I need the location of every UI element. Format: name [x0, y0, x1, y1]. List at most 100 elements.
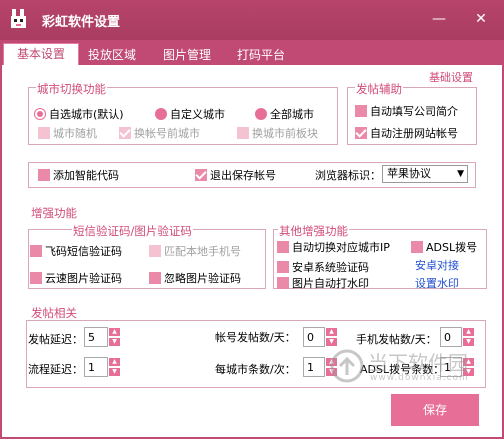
auto-switch-ip-checkbox[interactable]: 自动切换对应城市IP [277, 239, 390, 255]
yunsu-image-checkbox[interactable]: 云速图片验证码 [30, 270, 122, 286]
account-posts-value[interactable]: 0 [303, 327, 325, 347]
radio-icon [155, 108, 167, 120]
arrow-down-icon[interactable]: ▼ [108, 367, 121, 377]
rabbit-logo-icon [11, 9, 26, 28]
enhance-title: 增强功能 [30, 205, 78, 221]
android-captcha-label: 安卓系统验证码 [292, 261, 369, 274]
flow-delay-value[interactable]: 1 [84, 357, 108, 377]
city-before-account-checkbox[interactable]: 换帐号前城市 [119, 125, 200, 141]
exit-save-account-label: 退出保存帐号 [210, 169, 276, 182]
flow-delay-spinner[interactable]: 1 ▲ ▼ [84, 357, 121, 377]
city-random-checkbox[interactable]: 城市随机 [38, 125, 97, 141]
post-delay-spinner[interactable]: 5 ▲ ▼ [84, 327, 121, 347]
feima-sms-checkbox[interactable]: 飞码短信验证码 [30, 243, 122, 259]
arrow-down-icon[interactable]: ▼ [108, 337, 121, 347]
radio-own-city[interactable]: 自选城市(默认) [34, 106, 124, 122]
auto-fill-intro-checkbox[interactable]: 自动填写公司简介 [355, 103, 458, 119]
android-captcha-checkbox[interactable]: 安卓系统验证码 [277, 259, 369, 275]
base-settings-link[interactable]: 基础设置 [429, 69, 473, 85]
exit-save-account-checkbox[interactable]: 退出保存帐号 [195, 167, 276, 183]
radio-checked-icon [34, 108, 46, 120]
section-before-city-checkbox[interactable]: 换城市前板块 [237, 125, 318, 141]
post-delay-value[interactable]: 5 [84, 327, 108, 347]
checkbox-checked-icon [119, 127, 131, 139]
radio-custom-city[interactable]: 自定义城市 [155, 106, 225, 122]
match-local-phone-label: 匹配本地手机号 [164, 245, 241, 258]
radio-custom-city-label: 自定义城市 [170, 108, 225, 121]
adsl-dial-checkbox[interactable]: ADSL拨号 [411, 239, 477, 255]
arrow-up-icon[interactable]: ▲ [325, 327, 338, 337]
post-assist-title: 发帖辅助 [355, 81, 403, 97]
tab-delivery-area[interactable]: 投放区域 [80, 45, 144, 65]
radio-all-cities-label: 全部城市 [270, 108, 314, 121]
sms-captcha-title: 短信验证码/图片验证码 [72, 223, 193, 239]
site-watermark: 当下软件园 www.downxia.com [330, 345, 490, 390]
save-button[interactable]: 保存 [391, 394, 479, 426]
city-random-label: 城市随机 [53, 127, 97, 140]
checkbox-icon [237, 127, 249, 139]
arrow-up-icon[interactable]: ▲ [108, 357, 121, 367]
watermark-url: www.downxia.com [370, 373, 469, 383]
post-delay-label: 发帖延迟： [28, 333, 83, 346]
flow-delay-label: 流程延迟： [28, 363, 83, 376]
tab-captcha-platform[interactable]: 打码平台 [226, 45, 296, 65]
ignore-image-captcha-label: 忽略图片验证码 [164, 272, 241, 285]
chevron-down-icon: ▼ [457, 169, 464, 179]
other-enhance-title: 其他增强功能 [278, 223, 349, 239]
watermark-logo-icon [330, 349, 364, 383]
adsl-dial-label: ADSL拨号 [426, 241, 478, 254]
android-connect-link[interactable]: 安卓对接 [415, 257, 459, 273]
match-local-phone-checkbox[interactable]: 匹配本地手机号 [149, 243, 241, 259]
tab-basic-settings[interactable]: 基本设置 [3, 43, 79, 66]
auto-watermark-label: 图片自动打水印 [292, 277, 369, 290]
radio-all-cities[interactable]: 全部城市 [255, 106, 314, 122]
feima-sms-label: 飞码短信验证码 [45, 245, 122, 258]
auto-watermark-checkbox[interactable]: 图片自动打水印 [277, 275, 369, 291]
watermark-text: 当下软件园 [368, 351, 468, 375]
ignore-image-captcha-checkbox[interactable]: 忽略图片验证码 [149, 270, 241, 286]
city-before-account-label: 换帐号前城市 [134, 127, 200, 140]
checkbox-icon [38, 127, 50, 139]
checkbox-checked-icon [355, 127, 367, 139]
account-posts-spinner[interactable]: 0 ▲ ▼ [303, 327, 338, 347]
section-before-city-label: 换城市前板块 [252, 127, 318, 140]
tab-bar: 基本设置 投放区域 图片管理 打码平台 [0, 43, 504, 66]
checkbox-icon [38, 169, 50, 181]
yunsu-image-label: 云速图片验证码 [45, 272, 122, 285]
checkbox-icon [149, 245, 161, 257]
add-smart-code-label: 添加智能代码 [53, 169, 119, 182]
radio-icon [255, 108, 267, 120]
auto-register-checkbox[interactable]: 自动注册网站帐号 [355, 125, 458, 141]
arrow-up-icon[interactable]: ▲ [108, 327, 121, 337]
radio-own-city-label: 自选城市(默认) [49, 108, 124, 121]
browser-id-label: 浏览器标识： [315, 169, 381, 182]
minimize-button[interactable]: — [428, 9, 450, 29]
auto-register-label: 自动注册网站帐号 [370, 127, 458, 140]
account-posts-label: 帐号发帖数/天： [215, 331, 296, 344]
phone-posts-spinner[interactable]: 0 ▲ ▼ [440, 327, 475, 347]
phone-posts-value[interactable]: 0 [440, 327, 462, 347]
set-watermark-link[interactable]: 设置水印 [415, 275, 459, 291]
tab-image-management[interactable]: 图片管理 [152, 45, 222, 65]
browser-id-value: 苹果协议 [387, 167, 431, 180]
checkbox-icon [277, 261, 289, 273]
window-title: 彩虹软件设置 [42, 15, 121, 30]
checkbox-checked-icon [195, 169, 207, 181]
auto-fill-intro-label: 自动填写公司简介 [370, 105, 458, 118]
add-smart-code-checkbox[interactable]: 添加智能代码 [38, 167, 119, 183]
post-related-title: 发帖相关 [30, 305, 78, 321]
checkbox-icon [277, 241, 289, 253]
checkbox-icon [149, 272, 161, 284]
checkbox-icon [277, 277, 289, 289]
city-count-value[interactable]: 1 [303, 357, 325, 377]
arrow-up-icon[interactable]: ▲ [462, 327, 475, 337]
close-button[interactable]: ✕ [470, 9, 492, 29]
auto-switch-ip-label: 自动切换对应城市IP [292, 241, 390, 254]
title-bar: 彩虹软件设置 — ✕ [0, 0, 504, 40]
checkbox-icon [355, 105, 367, 117]
checkbox-icon [411, 241, 423, 253]
browser-id-select[interactable]: 苹果协议 ▼ [382, 165, 468, 183]
checkbox-icon [30, 272, 42, 284]
checkbox-icon [30, 245, 42, 257]
city-switch-title: 城市切换功能 [36, 81, 107, 97]
